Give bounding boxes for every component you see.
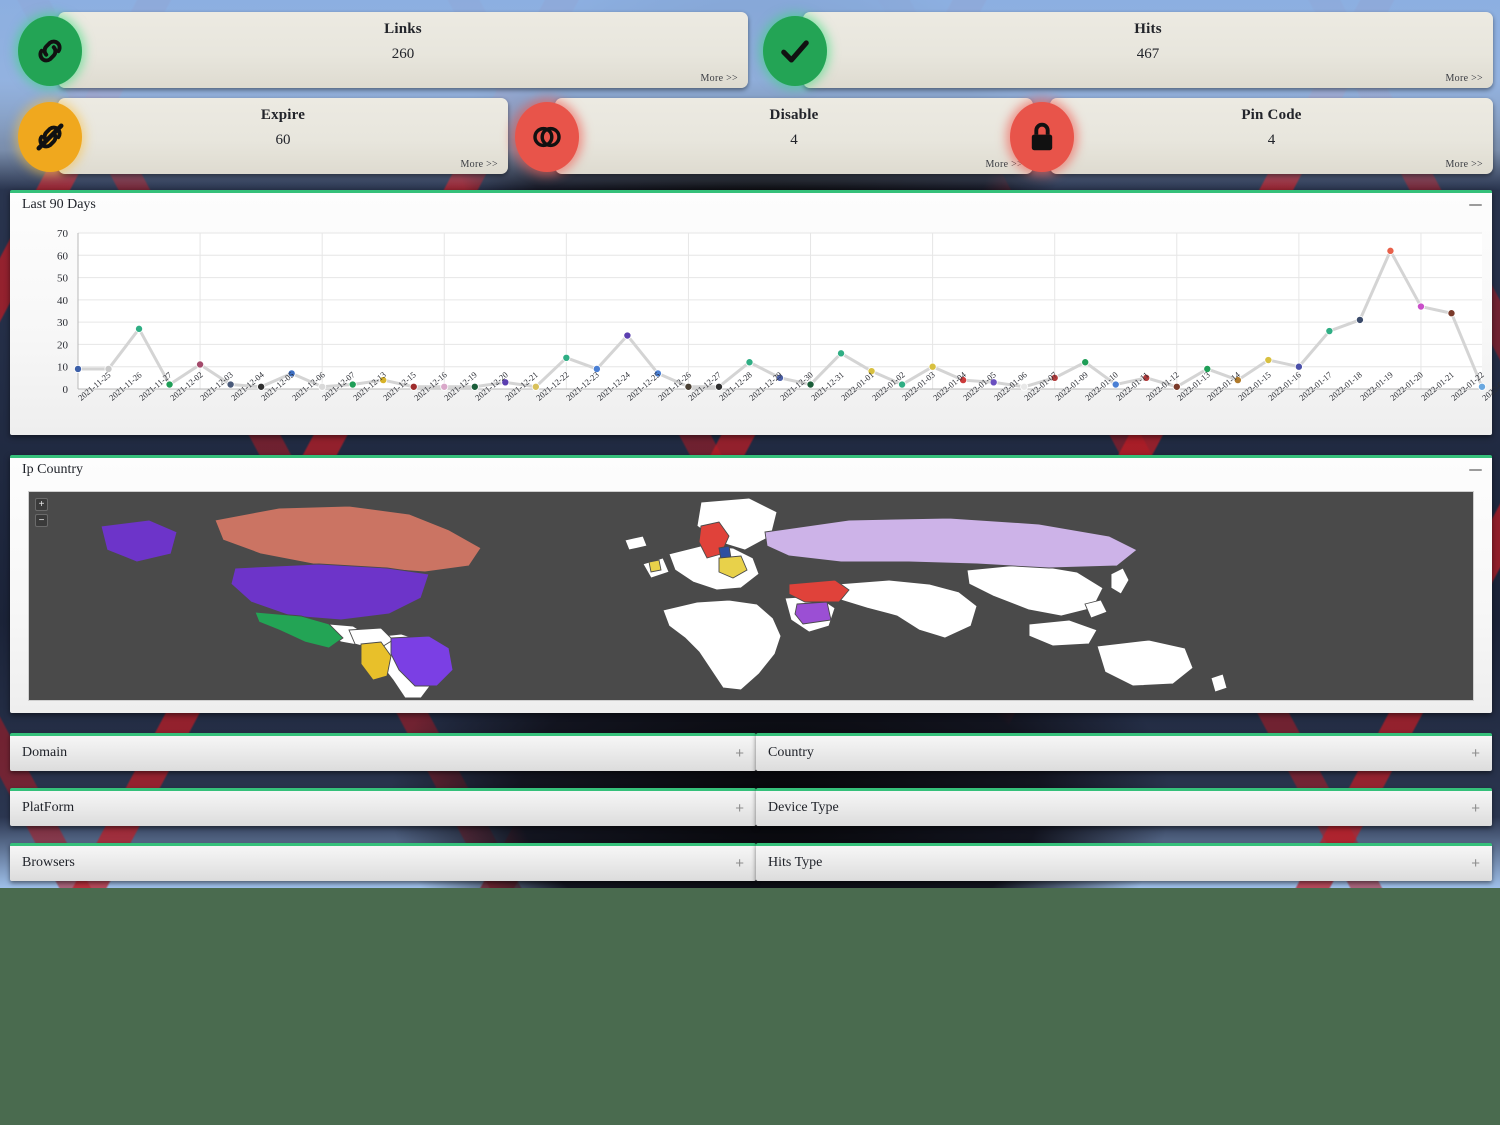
kpi-title: Hits	[1134, 21, 1162, 37]
svg-text:70: 70	[57, 228, 69, 240]
kpi-title: Pin Code	[1241, 107, 1302, 123]
country-new-zealand	[1210, 673, 1228, 693]
country-canada-highlight	[214, 505, 482, 573]
panel-header: Ip Country	[10, 458, 1492, 484]
ip-country-panel: Ip Country + −	[10, 455, 1492, 713]
more-link[interactable]: More >>	[1445, 73, 1483, 84]
svg-text:0: 0	[63, 384, 69, 396]
country-japan	[1110, 567, 1130, 595]
svg-text:60: 60	[57, 250, 69, 262]
panel-header: Last 90 Days	[10, 193, 1492, 219]
line-chart: 0 10 20 30 40 50 60 70 2021-11-25 2021-11-26 2021…	[10, 219, 1500, 431]
country-africa	[662, 599, 782, 691]
minimize-icon[interactable]	[1469, 204, 1482, 206]
accordion-label: PlatForm	[22, 800, 75, 815]
check-icon	[763, 16, 827, 86]
accordion-country[interactable]: Country +	[756, 733, 1492, 771]
svg-text:30: 30	[57, 317, 69, 329]
accordion-platform[interactable]: PlatForm +	[10, 788, 756, 826]
accordion-device-type[interactable]: Device Type +	[756, 788, 1492, 826]
kpi-card-expire[interactable]: Expire 60 More >>	[18, 98, 508, 176]
kpi-title: Expire	[260, 107, 306, 123]
zoom-in-button[interactable]: +	[35, 498, 48, 511]
toggle-off-icon	[515, 102, 579, 172]
country-alaska-highlight	[100, 519, 178, 563]
more-link[interactable]: More >>	[1445, 159, 1483, 170]
expand-icon[interactable]: +	[1471, 800, 1480, 817]
kpi-value: 260	[391, 46, 415, 62]
svg-text:40: 40	[57, 295, 69, 307]
expand-icon[interactable]: +	[1471, 855, 1480, 872]
accordion-domain[interactable]: Domain +	[10, 733, 756, 771]
accordion-label: Browsers	[22, 855, 75, 870]
kpi-row-top: Links 260 More >> Hits 467 More >>	[0, 6, 1500, 96]
kpi-title: Links	[384, 21, 422, 37]
kpi-value: 4	[790, 132, 798, 148]
kpi-card-links[interactable]: Links 260 More >>	[18, 12, 748, 90]
svg-text:10: 10	[57, 362, 69, 374]
accordion-label: Country	[768, 745, 814, 760]
panel-title: Ip Country	[22, 462, 84, 477]
country-egypt-highlight	[794, 601, 832, 625]
accordion-label: Hits Type	[768, 855, 823, 870]
more-link[interactable]: More >>	[700, 73, 738, 84]
country-united-states-highlight	[230, 563, 430, 621]
country-south-asia	[836, 579, 978, 639]
more-link[interactable]: More >>	[460, 159, 498, 170]
accordion-label: Domain	[22, 745, 68, 760]
link-icon	[18, 16, 82, 86]
country-iceland	[624, 535, 648, 551]
expand-icon[interactable]: +	[735, 855, 744, 872]
map-zoom-controls: + −	[35, 498, 48, 530]
kpi-card-disable[interactable]: Disable 4 More >>	[515, 98, 1033, 176]
kpi-card-hits[interactable]: Hits 467 More >>	[763, 12, 1493, 90]
country-east-asia	[966, 563, 1104, 617]
expand-icon[interactable]: +	[735, 745, 744, 762]
kpi-value: 467	[1136, 46, 1160, 62]
lock-icon	[1010, 102, 1074, 172]
panel-title: Last 90 Days	[22, 197, 96, 212]
broken-link-icon	[18, 102, 82, 172]
kpi-title: Disable	[769, 107, 819, 123]
accordion-label: Device Type	[768, 800, 839, 815]
expand-icon[interactable]: +	[735, 800, 744, 817]
kpi-card-pin-code[interactable]: Pin Code 4 More >>	[1010, 98, 1493, 176]
minimize-icon[interactable]	[1469, 469, 1482, 471]
world-map-svg	[100, 497, 1228, 699]
expand-icon[interactable]: +	[1471, 745, 1480, 762]
country-australia	[1096, 639, 1194, 687]
dashboard-page: Links 260 More >> Hits 467 More >> Expir…	[0, 0, 1500, 888]
svg-text:20: 20	[57, 339, 69, 351]
kpi-value: 4	[1267, 132, 1276, 148]
kpi-row-bottom: Expire 60 More >> Disable 4 More >> Pin …	[0, 92, 1500, 182]
kpi-value: 60	[275, 132, 291, 148]
last-90-days-panel: Last 90 Days 0 10 20 30 40 50 60 70 2021-11-25 2…	[10, 190, 1500, 435]
svg-text:50: 50	[57, 273, 69, 285]
country-indonesia	[1028, 619, 1098, 647]
world-map[interactable]: + −	[28, 491, 1474, 701]
accordion-browsers[interactable]: Browsers +	[10, 843, 756, 881]
country-uk-highlight	[648, 559, 662, 573]
country-turkey-highlight	[788, 579, 850, 603]
zoom-out-button[interactable]: −	[35, 514, 48, 527]
accordion-hits-type[interactable]: Hits Type +	[756, 843, 1492, 881]
country-russia-highlight	[764, 517, 1138, 569]
more-link[interactable]: More >>	[985, 159, 1023, 170]
